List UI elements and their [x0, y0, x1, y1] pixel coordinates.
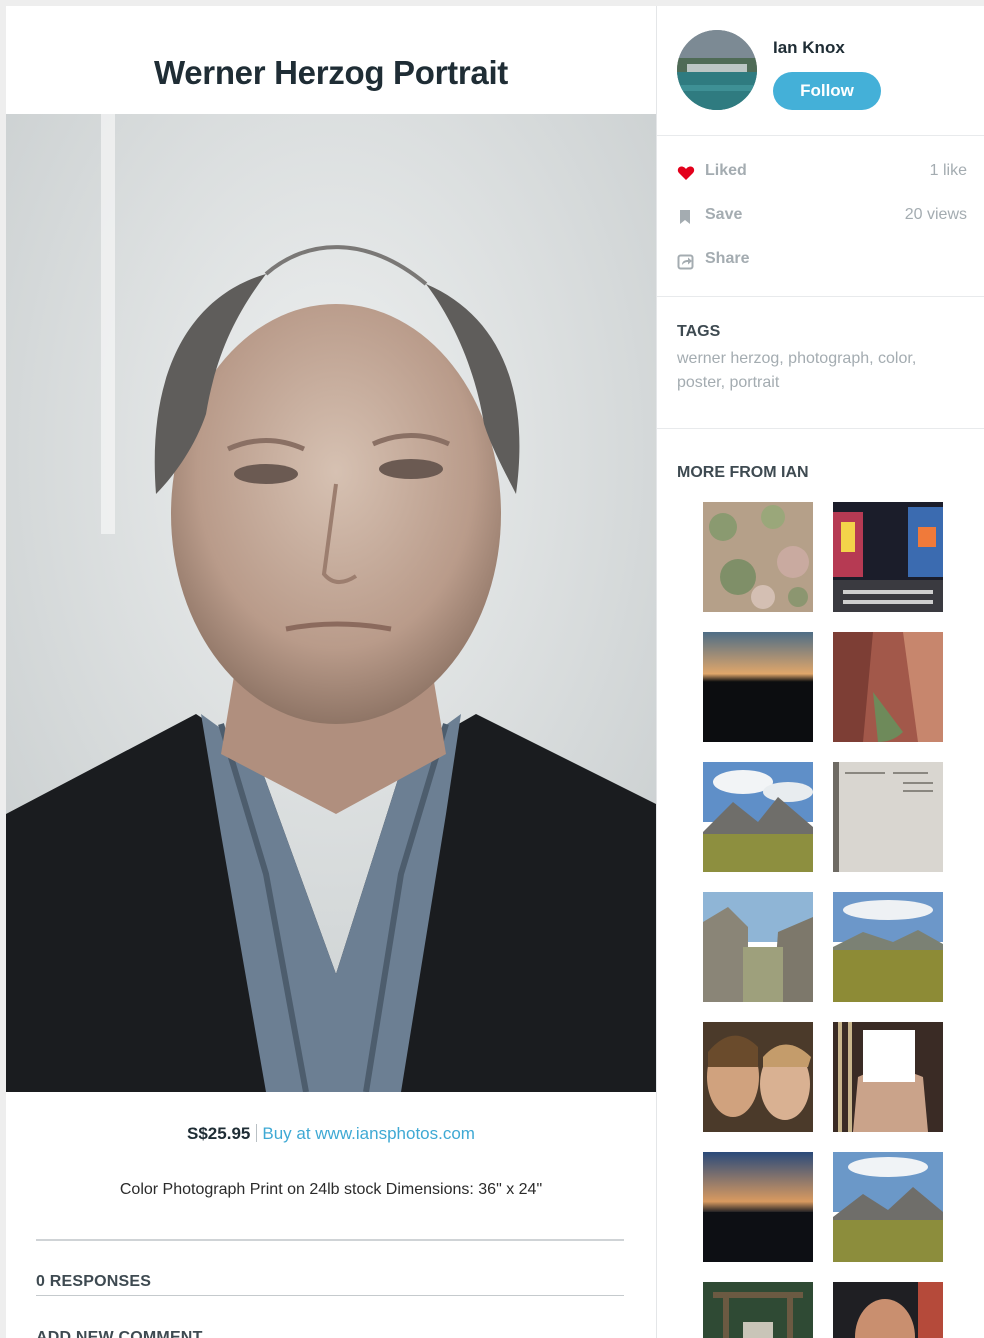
like-row[interactable]: Liked 1 like — [677, 162, 967, 186]
thumb-rock-texture[interactable] — [703, 502, 813, 612]
responses-heading: 0 RESPONSES — [36, 1273, 152, 1290]
thumb-mountains-1[interactable] — [703, 762, 813, 872]
divider — [256, 1124, 258, 1142]
thumb-canyon[interactable] — [833, 632, 943, 742]
views-count: 20 views — [904, 206, 967, 223]
description: Color Photograph Print on 24lb stock Dim… — [119, 1181, 543, 1198]
thumb-rocky-valley[interactable] — [703, 892, 813, 1002]
thumb-shrine[interactable] — [703, 1282, 813, 1338]
buy-link[interactable]: Buy at www.iansphotos.com — [262, 1124, 475, 1143]
price-row: S$25.95 Buy at www.iansphotos.com — [6, 1124, 656, 1144]
author-card: Ian Knox Follow — [657, 6, 984, 136]
thumb-document[interactable] — [833, 762, 943, 872]
thumb-mountains-2[interactable] — [833, 1152, 943, 1262]
tags-list[interactable]: werner herzog, photograph, color, poster… — [677, 347, 967, 395]
share-label[interactable]: Share — [705, 250, 749, 268]
add-comment-heading[interactable]: ADD NEW COMMENT — [36, 1329, 203, 1338]
price: S$25.95 — [187, 1124, 251, 1143]
tags-section: TAGS werner herzog, photograph, color, p… — [657, 297, 984, 429]
thumb-city-night[interactable] — [833, 502, 943, 612]
save-row[interactable]: Save 20 views — [677, 206, 967, 230]
tags-heading: TAGS — [677, 323, 721, 340]
save-label[interactable]: Save — [705, 206, 742, 224]
post-panel: Werner Herzog Portrait S$25.95 Buy at ww… — [6, 6, 656, 1338]
thumb-smiling-man[interactable] — [833, 1282, 943, 1338]
stats-panel: Liked 1 like Save 20 views Share — [657, 136, 984, 297]
author-name[interactable]: Ian Knox — [773, 38, 845, 58]
page-title: Werner Herzog Portrait — [153, 54, 509, 91]
heart-icon[interactable] — [677, 164, 695, 182]
thumb-sunset-2[interactable] — [703, 1152, 813, 1262]
sidebar: Ian Knox Follow Liked 1 like Save 20 vie… — [656, 6, 984, 1338]
more-from-heading: MORE FROM IAN — [677, 464, 809, 481]
avatar[interactable] — [677, 30, 757, 110]
divider — [36, 1239, 624, 1241]
follow-button[interactable]: Follow — [773, 72, 881, 110]
liked-label[interactable]: Liked — [705, 162, 747, 180]
thumb-redacted-person[interactable] — [833, 1022, 943, 1132]
share-row[interactable]: Share — [677, 250, 967, 274]
bookmark-icon[interactable] — [677, 208, 695, 226]
likes-count: 1 like — [929, 162, 967, 179]
portrait-photo[interactable] — [6, 114, 656, 1092]
thumb-meadow[interactable] — [833, 892, 943, 1002]
thumb-sunset-ridge[interactable] — [703, 632, 813, 742]
share-icon[interactable] — [677, 252, 695, 270]
thumb-two-faces[interactable] — [703, 1022, 813, 1132]
divider — [36, 1295, 624, 1296]
